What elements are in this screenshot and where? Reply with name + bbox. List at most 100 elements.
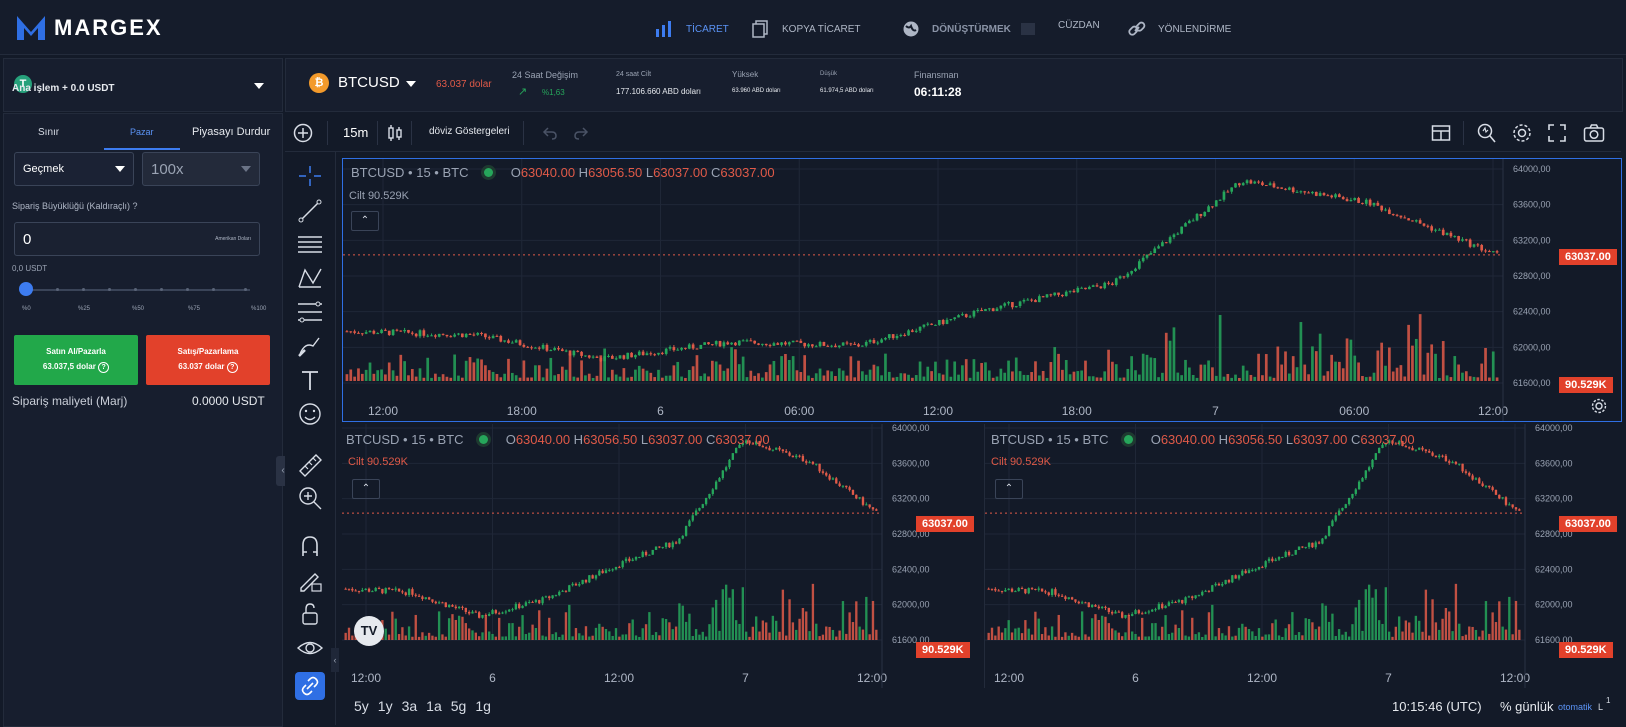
percent-daily-button[interactable]: % günlük	[1500, 699, 1553, 714]
emoji-icon[interactable]	[295, 400, 325, 428]
collapse-drawbar-button[interactable]: ‹	[331, 648, 339, 672]
sell-market-button[interactable]: Satış/Pazarlama 63.037 dolar ?	[146, 335, 270, 385]
pattern-icon[interactable]	[295, 264, 325, 292]
tab-stop-market[interactable]: Piyasayı Durdur	[192, 126, 270, 138]
candle-body	[581, 579, 584, 585]
link-tool-button[interactable]	[295, 672, 325, 700]
collapse-legend-button[interactable]: ⌃	[995, 479, 1023, 499]
interval-button[interactable]: 15m	[343, 125, 368, 140]
top-navbar: MARGEX TİCARET KOPYA TİCARET DÖNÜŞTÜRMEK…	[0, 0, 1626, 55]
text-tool-icon[interactable]	[295, 366, 325, 394]
volume-bar	[418, 368, 422, 381]
lock-pencil-icon[interactable]	[295, 566, 325, 594]
volume-bar	[1053, 347, 1057, 381]
volume-bar	[1044, 627, 1047, 640]
log-scale-button[interactable]: L	[1598, 702, 1603, 712]
price-chart[interactable]: 64000,0063600,0063200,0062800,0062400,00…	[343, 159, 1621, 421]
nav-referral[interactable]: YÖNLENDİRME	[1126, 20, 1231, 38]
crosshair-icon[interactable]	[295, 162, 325, 190]
slider-tick	[244, 288, 247, 291]
volume-bar	[345, 374, 349, 381]
volume-bar	[1253, 376, 1257, 381]
nav-wallet[interactable]: CÜZDAN	[1058, 20, 1100, 31]
candle-body	[1448, 461, 1451, 463]
utc-clock[interactable]: 10:15:46 (UTC)	[1392, 699, 1482, 714]
buy-market-button[interactable]: Satın Al/Pazarla 63.037,5 dolar ?	[14, 335, 138, 385]
redo-icon[interactable]	[573, 124, 591, 142]
trend-line-icon[interactable]	[295, 196, 325, 224]
leverage-select[interactable]: 100x	[142, 152, 260, 186]
volume-bar	[1211, 604, 1214, 640]
collapse-legend-button[interactable]: ⌃	[351, 211, 379, 231]
add-symbol-icon[interactable]	[293, 123, 313, 143]
nav-convert[interactable]: DÖNÜŞTÜRMEK	[900, 20, 1035, 38]
chevron-down-icon[interactable]	[406, 81, 416, 87]
brush-icon[interactable]	[295, 332, 325, 360]
range-5g[interactable]: 5g	[451, 698, 467, 714]
logo[interactable]: MARGEX	[16, 14, 163, 42]
candle-body	[1014, 591, 1017, 593]
candle-body	[541, 344, 545, 349]
settings-gear-icon[interactable]	[1590, 397, 1608, 415]
candle-body	[768, 447, 771, 451]
collapse-legend-button[interactable]: ⌃	[352, 479, 380, 499]
auto-scale-button[interactable]: otomatik	[1558, 702, 1592, 712]
indicators-button[interactable]: döviz Göstergeleri	[429, 126, 510, 137]
range-1g[interactable]: 1g	[475, 698, 491, 714]
fib-retracement-icon[interactable]	[295, 298, 325, 326]
candle-body	[1284, 188, 1287, 190]
unlock-icon[interactable]	[295, 600, 325, 628]
layout-icon[interactable]	[1431, 123, 1451, 143]
camera-icon[interactable]	[1583, 123, 1605, 143]
candle-body	[467, 612, 471, 614]
candle-body	[441, 333, 445, 335]
candles-icon[interactable]	[385, 123, 405, 143]
horizontal-lines-icon[interactable]	[295, 230, 325, 258]
symbol-name[interactable]: BTCUSD	[338, 74, 400, 91]
undo-icon[interactable]	[540, 124, 558, 142]
size-slider-thumb[interactable]	[19, 282, 33, 296]
candle-body	[1403, 217, 1407, 219]
tab-limit[interactable]: Sınır	[38, 127, 59, 138]
x-tick-label: 12:00	[1500, 671, 1530, 685]
volume-bar	[1301, 635, 1304, 640]
tradingview-logo-icon[interactable]: TV	[354, 616, 384, 646]
settings-gear-icon[interactable]	[1511, 122, 1533, 144]
price-chart[interactable]: 64000,0063600,0063200,0062800,0062400,00…	[985, 424, 1622, 688]
fullscreen-icon[interactable]	[1547, 123, 1567, 143]
range-1y[interactable]: 1y	[378, 698, 393, 714]
zoom-in-icon[interactable]	[295, 484, 325, 512]
tab-market[interactable]: Pazar	[130, 127, 154, 137]
magnet-icon[interactable]	[295, 532, 325, 560]
size-slider-track[interactable]	[26, 289, 250, 291]
candle-body	[526, 346, 530, 348]
range-3a[interactable]: 3a	[402, 698, 418, 714]
chart-pane-main[interactable]: 64000,00 63600,00 63200,00 62800,00 62400,00…	[342, 158, 1622, 422]
range-5y[interactable]: 5y	[354, 698, 369, 714]
volume-bar	[421, 632, 424, 640]
eye-icon[interactable]	[295, 634, 325, 662]
candle-body	[584, 355, 587, 357]
price-chart[interactable]: 64000,0063600,0063200,0062800,0062400,00…	[342, 424, 984, 688]
nav-copy-trade[interactable]: KOPYA TİCARET	[750, 20, 861, 38]
candle-body	[601, 570, 604, 574]
volume-bar	[1284, 351, 1287, 381]
range-1a[interactable]: 1a	[426, 698, 442, 714]
candle-body	[476, 333, 480, 335]
volume-bar	[1464, 371, 1468, 381]
nav-trade[interactable]: TİCARET	[654, 20, 729, 38]
ruler-icon[interactable]	[295, 450, 325, 478]
candle-body	[1374, 453, 1377, 460]
candle-body	[1184, 223, 1187, 227]
candle-body	[791, 340, 795, 343]
margin-mode-select[interactable]: Geçmek	[14, 152, 134, 186]
chart-pane-left[interactable]: 64000,00 63600,00 63200,00 62800,00 62400,00…	[342, 424, 984, 688]
volume-bar	[494, 636, 498, 640]
order-size-input[interactable]: 0 Amerikan Doları	[14, 222, 260, 256]
volume-bar	[761, 620, 765, 640]
volume-bar	[1299, 322, 1303, 381]
candle-body	[695, 348, 699, 350]
account-selector[interactable]: T Ana işlem + 0.0 USDT	[3, 58, 283, 112]
quick-search-icon[interactable]	[1475, 122, 1497, 144]
chart-pane-right[interactable]: 64000,00 63600,00 63200,00 62800,00 62400,00…	[984, 424, 1622, 688]
